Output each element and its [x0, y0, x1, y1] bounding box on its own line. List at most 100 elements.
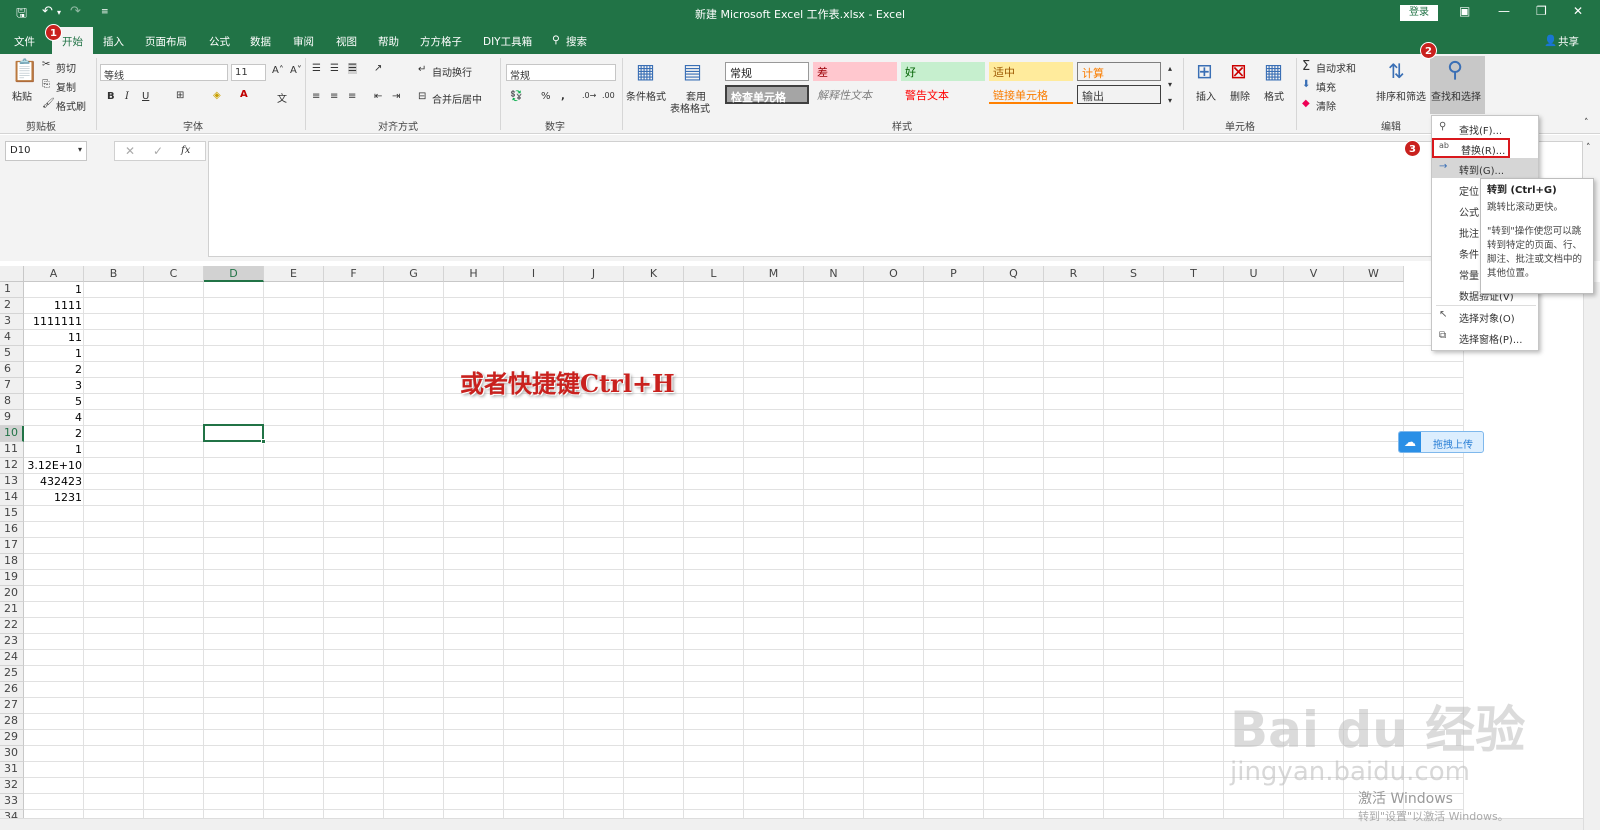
cell-a8[interactable]: 5 [24, 394, 84, 410]
share-button[interactable]: 共享 [1558, 34, 1579, 49]
increase-decimal-icon[interactable]: .0→ [582, 91, 596, 100]
row-header-14[interactable]: 14 [0, 490, 24, 506]
row-header-17[interactable]: 17 [0, 538, 24, 554]
fill-button[interactable]: 填充 [1316, 79, 1336, 94]
insert-cells-button[interactable]: 插入 [1196, 88, 1216, 103]
shrink-font-icon[interactable]: A˅ [290, 65, 302, 76]
decrease-indent-icon[interactable]: ⇤ [374, 91, 382, 102]
autosum-button[interactable]: 自动求和 [1316, 60, 1356, 75]
underline-icon[interactable]: U [142, 91, 149, 102]
style-normal[interactable]: 常规 [725, 62, 809, 81]
row-header-26[interactable]: 26 [0, 682, 24, 698]
row-header-12[interactable]: 12 [0, 458, 24, 474]
column-header-p[interactable]: P [924, 266, 984, 282]
insert-function-button[interactable]: fx [181, 145, 190, 156]
accounting-icon[interactable]: 💱 [510, 91, 522, 102]
column-header-d[interactable]: D [204, 266, 264, 282]
column-header-q[interactable]: Q [984, 266, 1044, 282]
minimize-icon[interactable]: — [1498, 4, 1510, 18]
wrap-text-button[interactable]: 自动换行 [432, 64, 472, 79]
cell-a4[interactable]: 11 [24, 330, 84, 346]
row-header-32[interactable]: 32 [0, 778, 24, 794]
column-header-g[interactable]: G [384, 266, 444, 282]
align-center-icon[interactable]: ≡ [330, 91, 338, 102]
italic-icon[interactable]: I [125, 91, 129, 102]
row-header-3[interactable]: 3 [0, 314, 24, 330]
row-header-2[interactable]: 2 [0, 298, 24, 314]
row-header-13[interactable]: 13 [0, 474, 24, 490]
row-header-16[interactable]: 16 [0, 522, 24, 538]
style-calculation[interactable]: 计算 [1077, 62, 1161, 81]
row-header-23[interactable]: 23 [0, 634, 24, 650]
align-top-icon[interactable]: ☰ [312, 63, 321, 74]
style-bad[interactable]: 差 [813, 62, 897, 81]
align-middle-icon[interactable]: ☰ [330, 63, 339, 74]
font-size-combo[interactable]: 11 [231, 64, 266, 81]
tab-data[interactable]: 数据 [250, 34, 271, 49]
phonetic-icon[interactable]: 文 [277, 90, 287, 105]
style-explanatory[interactable]: 解释性文本 [813, 85, 897, 104]
column-header-l[interactable]: L [684, 266, 744, 282]
row-header-11[interactable]: 11 [0, 442, 24, 458]
comma-button[interactable]: , [561, 91, 565, 102]
row-header-9[interactable]: 9 [0, 410, 24, 426]
cell-a7[interactable]: 3 [24, 378, 84, 394]
cell-a9[interactable]: 4 [24, 410, 84, 426]
upload-button[interactable]: ☁ 拖拽上传 [1398, 431, 1484, 453]
namebox-dropdown-icon[interactable]: ▾ [78, 145, 82, 154]
row-header-22[interactable]: 22 [0, 618, 24, 634]
borders-icon[interactable]: ⊞ [176, 90, 184, 101]
column-header-k[interactable]: K [624, 266, 684, 282]
column-header-b[interactable]: B [84, 266, 144, 282]
styles-more-icon[interactable]: ▾ [1168, 96, 1172, 105]
row-header-1[interactable]: 1 [0, 282, 24, 298]
cancel-icon[interactable]: ✕ [125, 144, 135, 158]
column-header-j[interactable]: J [564, 266, 624, 282]
tab-diy-toolbox[interactable]: DIY工具箱 [483, 34, 532, 49]
column-header-e[interactable]: E [264, 266, 324, 282]
row-header-5[interactable]: 5 [0, 346, 24, 362]
cell-a13[interactable]: 432423 [24, 474, 84, 490]
cell-a1[interactable]: 1 [24, 282, 84, 298]
close-icon[interactable]: ✕ [1573, 4, 1583, 18]
horizontal-scrollbar[interactable] [0, 818, 1583, 830]
fill-color-icon[interactable]: ◈ [213, 90, 221, 101]
row-header-27[interactable]: 27 [0, 698, 24, 714]
row-header-28[interactable]: 28 [0, 714, 24, 730]
cell-a6[interactable]: 2 [24, 362, 84, 378]
menu-item-find[interactable]: ⚲ 查找(F)... [1432, 118, 1538, 138]
row-header-18[interactable]: 18 [0, 554, 24, 570]
collapse-ribbon-icon[interactable]: ˄ [1584, 118, 1589, 128]
format-cells-button[interactable]: 格式 [1264, 88, 1284, 103]
column-header-v[interactable]: V [1284, 266, 1344, 282]
column-header-o[interactable]: O [864, 266, 924, 282]
conditional-format-button[interactable]: 条件格式 [626, 88, 666, 103]
decrease-decimal-icon[interactable]: .00 [602, 91, 615, 100]
row-header-10[interactable]: 10 [0, 426, 24, 442]
column-header-c[interactable]: C [144, 266, 204, 282]
tab-page-layout[interactable]: 页面布局 [145, 34, 187, 49]
column-header-w[interactable]: W [1344, 266, 1404, 282]
find-select-button[interactable]: 查找和选择 [1431, 88, 1481, 103]
cell-a10[interactable]: 2 [24, 426, 84, 442]
cut-button[interactable]: 剪切 [56, 60, 76, 75]
tab-ffgz[interactable]: 方方格子 [420, 34, 462, 49]
row-header-15[interactable]: 15 [0, 506, 24, 522]
column-header-u[interactable]: U [1224, 266, 1284, 282]
column-header-n[interactable]: N [804, 266, 864, 282]
paste-button[interactable]: 粘贴 [12, 88, 32, 103]
increase-indent-icon[interactable]: ⇥ [392, 91, 400, 102]
row-header-29[interactable]: 29 [0, 730, 24, 746]
tab-file[interactable]: 文件 [14, 34, 35, 49]
row-header-33[interactable]: 33 [0, 794, 24, 810]
paste-icon[interactable]: 📋 [11, 59, 38, 84]
column-header-m[interactable]: M [744, 266, 804, 282]
font-name-combo[interactable]: 等线 [100, 64, 228, 82]
delete-cells-button[interactable]: 删除 [1230, 88, 1250, 103]
selected-cell-d10[interactable] [203, 424, 264, 442]
style-neutral[interactable]: 适中 [989, 62, 1073, 81]
column-header-f[interactable]: F [324, 266, 384, 282]
column-header-h[interactable]: H [444, 266, 504, 282]
fill-handle[interactable] [261, 439, 266, 444]
grow-font-icon[interactable]: A˄ [272, 65, 284, 76]
